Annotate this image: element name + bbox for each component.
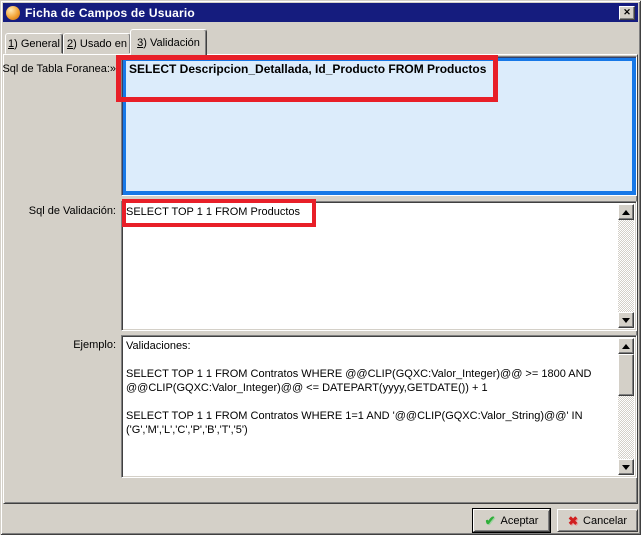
- example-label: Ejemplo:: [0, 339, 116, 351]
- cancel-button[interactable]: ✖ Cancelar: [557, 509, 638, 532]
- example-text: Validaciones: SELECT TOP 1 1 FROM Contra…: [126, 339, 614, 474]
- scroll-down-button[interactable]: [618, 312, 634, 328]
- arrow-up-icon: [622, 210, 630, 215]
- tab-validacion[interactable]: 3) Validación: [130, 29, 207, 56]
- cancel-button-label: Cancelar: [583, 515, 627, 527]
- scroll-down-button[interactable]: [618, 459, 634, 475]
- scrollbar-track[interactable]: [618, 354, 634, 459]
- accept-button-label: Aceptar: [500, 515, 538, 527]
- arrow-down-icon: [622, 318, 630, 323]
- accept-button[interactable]: ✔ Aceptar: [473, 509, 550, 532]
- dialog-window: Ficha de Campos de Usuario ✕ 1) General …: [0, 0, 641, 535]
- arrow-up-icon: [622, 344, 630, 349]
- tab-usado-en-label: 2) Usado en: [67, 38, 127, 50]
- example-input[interactable]: Validaciones: SELECT TOP 1 1 FROM Contra…: [121, 335, 637, 478]
- scrollbar-thumb[interactable]: [618, 354, 634, 396]
- arrow-down-icon: [622, 465, 630, 470]
- x-icon: ✖: [568, 514, 578, 528]
- foreign-sql-text: SELECT Descripcion_Detallada, Id_Product…: [126, 61, 632, 191]
- tab-usado-en[interactable]: 2) Usado en: [63, 33, 131, 54]
- scrollbar-track[interactable]: [618, 220, 634, 312]
- tab-validacion-label: 3) Validación: [137, 37, 200, 49]
- validation-sql-input[interactable]: SELECT TOP 1 1 FROM Productos: [121, 201, 637, 331]
- validation-sql-scrollbar[interactable]: [618, 204, 634, 328]
- validation-sql-text: SELECT TOP 1 1 FROM Productos: [126, 205, 614, 327]
- validation-sql-label: Sql de Validación:: [0, 205, 116, 217]
- foreign-sql-input[interactable]: SELECT Descripcion_Detallada, Id_Product…: [121, 56, 637, 196]
- tab-general[interactable]: 1) General: [5, 33, 63, 54]
- foreign-sql-label: Sql de Tabla Foranea:»: [0, 63, 116, 75]
- window-title: Ficha de Campos de Usuario: [25, 6, 195, 20]
- app-icon: [6, 6, 20, 20]
- check-icon: ✔: [485, 513, 496, 529]
- close-button[interactable]: ✕: [619, 6, 635, 20]
- scroll-up-button[interactable]: [618, 204, 634, 220]
- scroll-up-button[interactable]: [618, 338, 634, 354]
- tab-general-label: 1) General: [8, 38, 60, 50]
- titlebar: Ficha de Campos de Usuario ✕: [3, 3, 638, 22]
- example-scrollbar[interactable]: [618, 338, 634, 475]
- close-icon: ✕: [623, 7, 631, 18]
